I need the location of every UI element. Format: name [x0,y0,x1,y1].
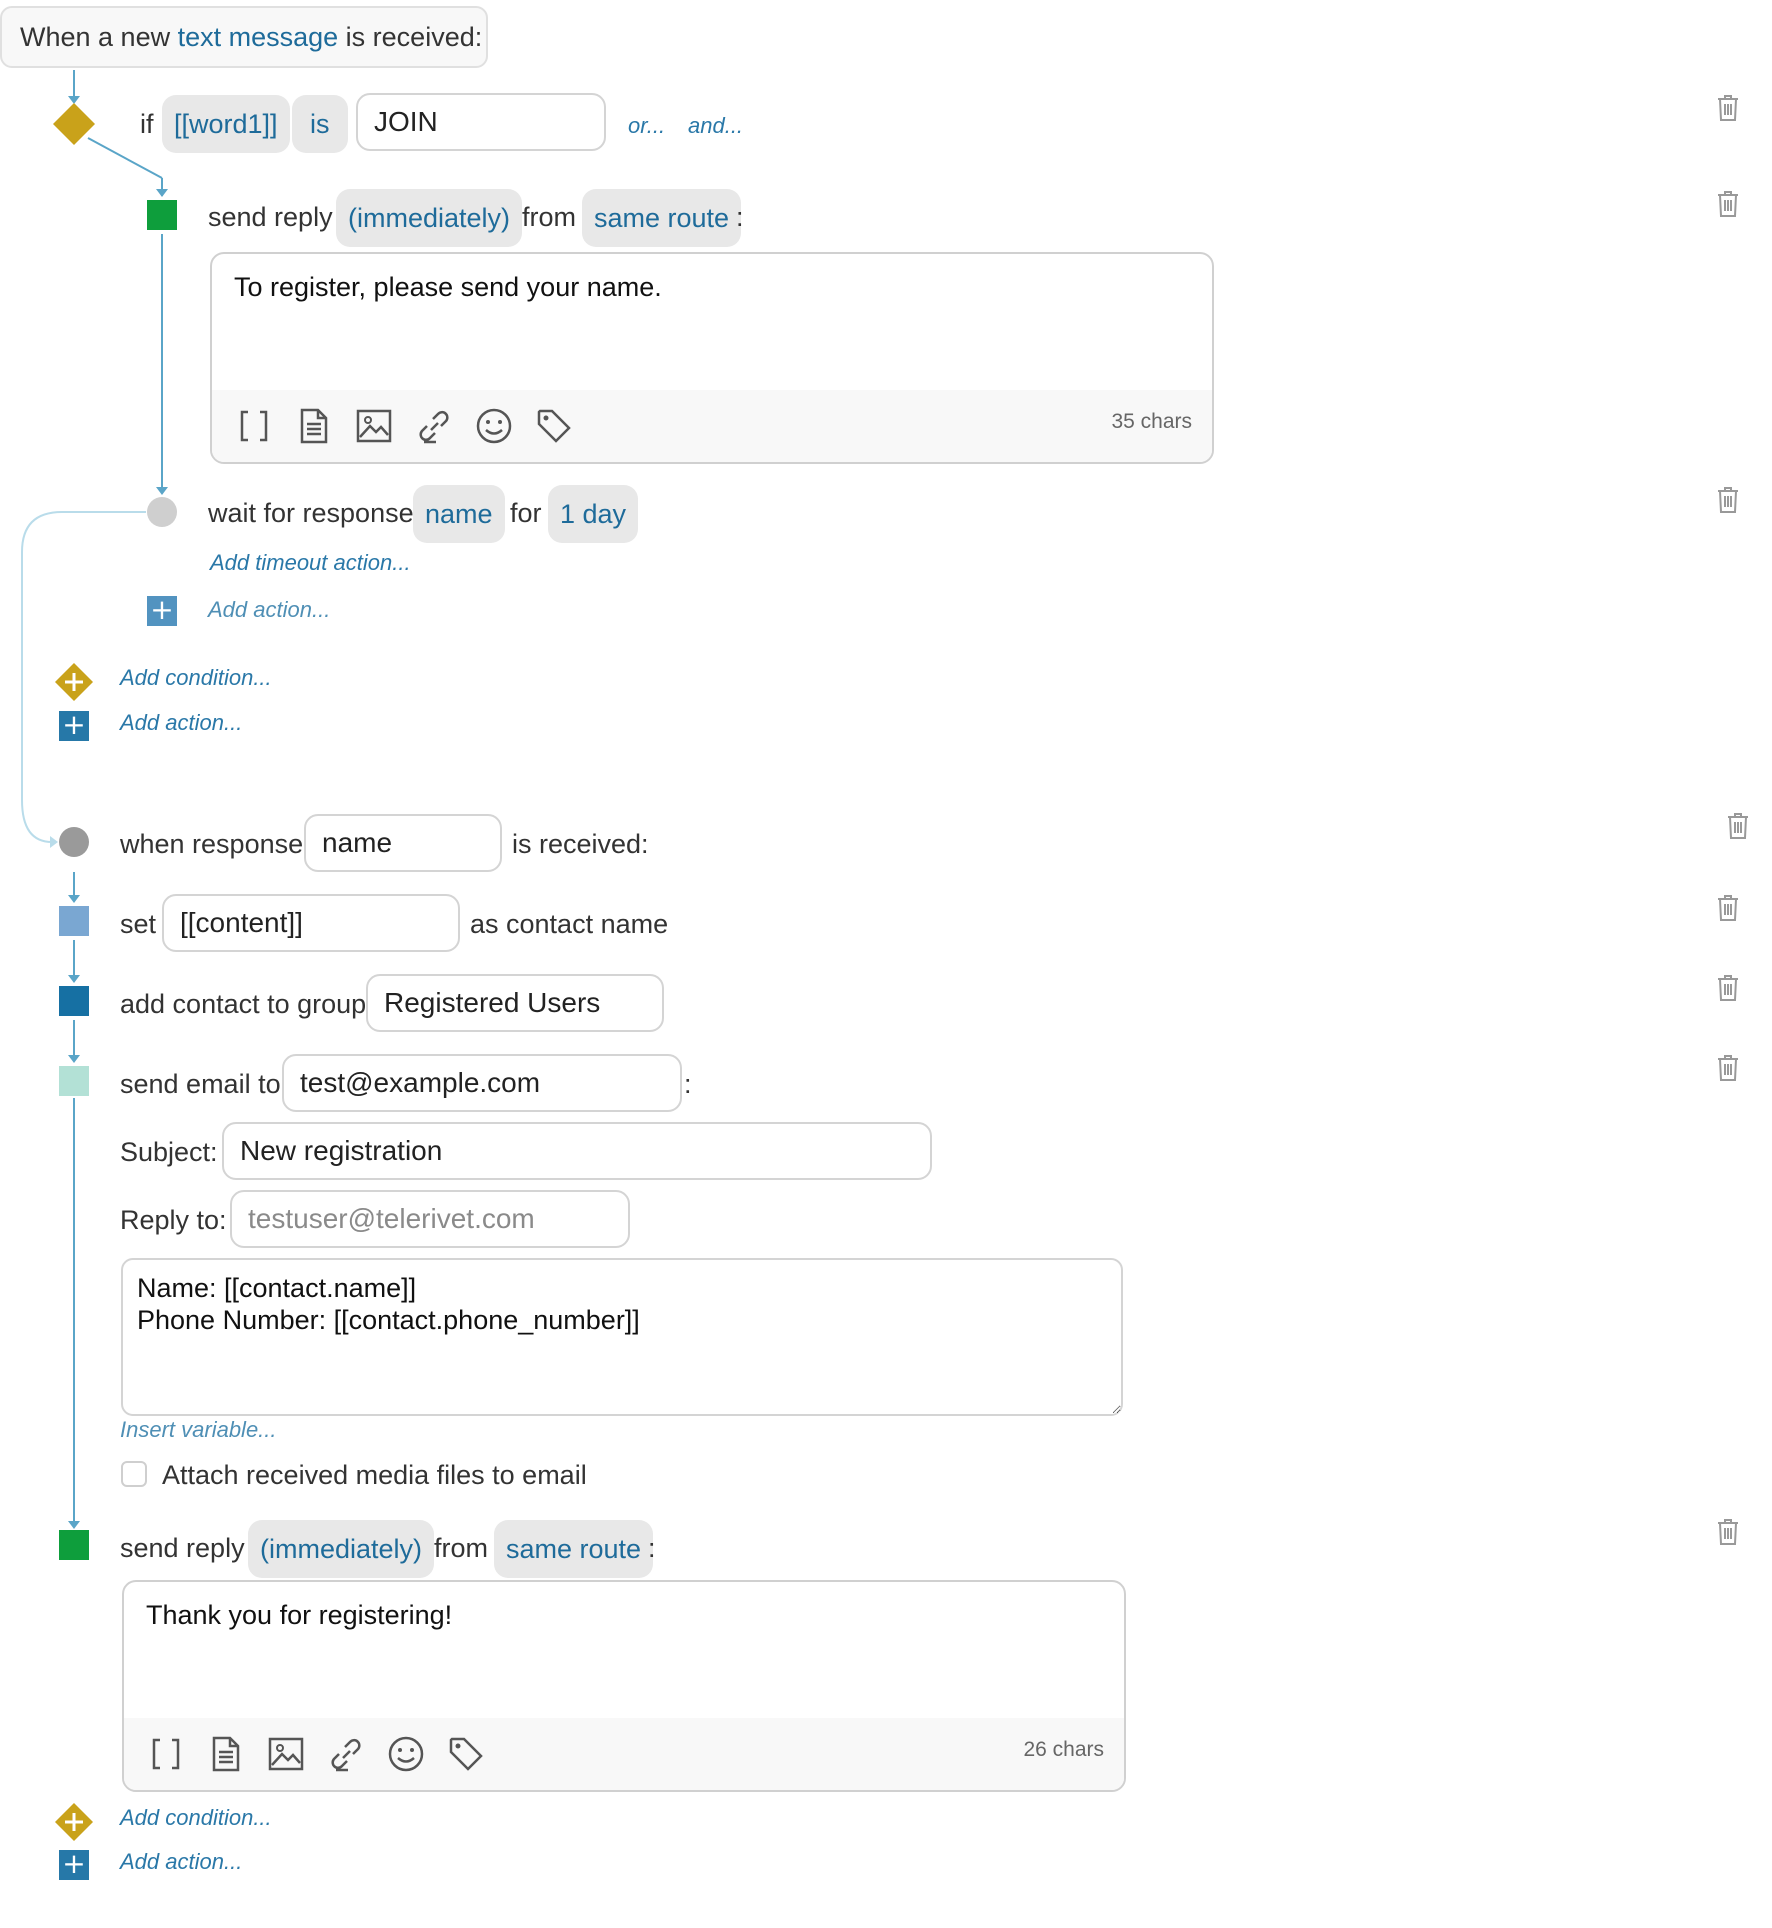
wait-circle-icon [147,497,177,527]
emoji-icon[interactable] [386,1734,426,1774]
wait-label: wait for response [208,498,414,528]
condition-diamond-icon [53,103,95,145]
reply-to-label: Reply to: [120,1205,227,1235]
reply-colon: : [648,1533,656,1563]
reply-message-text[interactable]: To register, please send your name. [234,272,662,303]
delete-wait-trash-icon[interactable] [1716,486,1740,514]
send-reply-label: send reply [120,1533,245,1563]
reply-message-editor[interactable]: To register, please send your name. 35 c… [210,252,1214,464]
editor-toolbar: 26 chars [124,1718,1124,1790]
and-link[interactable]: and... [688,112,743,140]
when-response-label: when response [120,829,304,859]
document-icon[interactable] [294,406,334,446]
delete-condition-trash-icon[interactable] [1716,94,1740,122]
brackets-icon[interactable] [146,1734,186,1774]
email-to-input[interactable]: test@example.com [282,1054,682,1112]
send-reply-square-icon [147,200,177,230]
add-action-plus-icon[interactable]: + [59,711,89,741]
reply-colon: : [736,202,744,232]
condition-operator-pill[interactable]: is [292,95,348,153]
add-condition-link[interactable]: Add condition... [120,664,272,692]
as-contact-name-label: as contact name [470,909,669,939]
reply-to-input[interactable]: testuser@telerivet.com [230,1190,630,1248]
document-icon[interactable] [206,1734,246,1774]
email-action-square-icon [59,1066,89,1096]
or-link[interactable]: or... [628,112,665,140]
add-action-plus-icon[interactable]: + [59,1850,89,1880]
reply-message-text[interactable]: Thank you for registering! [146,1600,452,1631]
wait-variable-pill[interactable]: name [413,485,505,543]
wait-duration-pill[interactable]: 1 day [548,485,639,543]
add-action-link[interactable]: Add action... [120,709,242,737]
delete-reply-trash-icon[interactable] [1716,190,1740,218]
reply-route-pill[interactable]: same route [494,1520,654,1578]
condition-value-input[interactable]: JOIN [356,93,606,151]
from-label: from [522,202,576,232]
email-colon: : [684,1069,692,1099]
trigger-type-link[interactable]: text message [178,22,339,52]
tag-icon[interactable] [446,1734,486,1774]
add-action-plus-icon[interactable]: + [147,596,177,626]
brackets-icon[interactable] [234,406,274,446]
subject-label: Subject: [120,1137,218,1167]
add-condition-diamond-icon[interactable] [54,1802,94,1842]
add-condition-diamond-icon[interactable] [54,662,94,702]
delete-group-trash-icon[interactable] [1716,974,1740,1002]
group-action-square-icon [59,986,89,1016]
add-condition-link[interactable]: Add condition... [120,1804,272,1832]
subject-input[interactable]: New registration [222,1122,932,1180]
is-received-label: is received: [512,829,649,859]
send-reply-square-icon [59,1530,89,1560]
attach-media-checkbox[interactable] [121,1461,147,1487]
char-count: 35 chars [1111,410,1192,433]
group-name-input[interactable]: Registered Users [366,974,664,1032]
reply-timing-pill[interactable]: (immediately) [336,189,523,247]
reply-message-editor[interactable]: Thank you for registering! 26 chars [122,1580,1126,1792]
delete-response-trash-icon[interactable] [1726,812,1750,840]
response-circle-icon [59,827,89,857]
add-action-link[interactable]: Add action... [120,1848,242,1876]
editor-toolbar: 35 chars [212,390,1212,462]
condition-variable-pill[interactable]: [[word1]] [162,95,290,153]
condition-if-label: if [140,109,154,139]
response-variable-input[interactable]: name [304,814,502,872]
from-label: from [434,1533,488,1563]
link-icon[interactable] [414,406,454,446]
set-label: set [120,909,157,939]
tag-icon[interactable] [534,406,574,446]
image-icon[interactable] [266,1734,306,1774]
insert-variable-link[interactable]: Insert variable... [120,1416,277,1444]
reply-timing-pill[interactable]: (immediately) [248,1520,435,1578]
send-email-label: send email to [120,1069,281,1099]
reply-route-pill[interactable]: same route [582,189,742,247]
set-action-square-icon [59,906,89,936]
email-body-textarea[interactable]: Name: [[contact.name]] Phone Number: [[c… [121,1258,1123,1416]
trigger-header: When a new text message is received: [0,6,488,68]
delete-email-trash-icon[interactable] [1716,1054,1740,1082]
char-count: 26 chars [1023,1738,1104,1761]
emoji-icon[interactable] [474,406,514,446]
add-timeout-action-link[interactable]: Add timeout action... [210,549,411,577]
attach-media-label: Attach received media files to email [162,1460,587,1490]
delete-set-trash-icon[interactable] [1716,894,1740,922]
image-icon[interactable] [354,406,394,446]
add-action-link-inner[interactable]: Add action... [208,596,330,624]
add-to-group-label: add contact to group [120,989,367,1019]
for-label: for [510,498,542,528]
send-reply-label: send reply [208,202,333,232]
set-value-input[interactable]: [[content]] [162,894,460,952]
delete-reply-trash-icon[interactable] [1716,1518,1740,1546]
link-icon[interactable] [326,1734,366,1774]
